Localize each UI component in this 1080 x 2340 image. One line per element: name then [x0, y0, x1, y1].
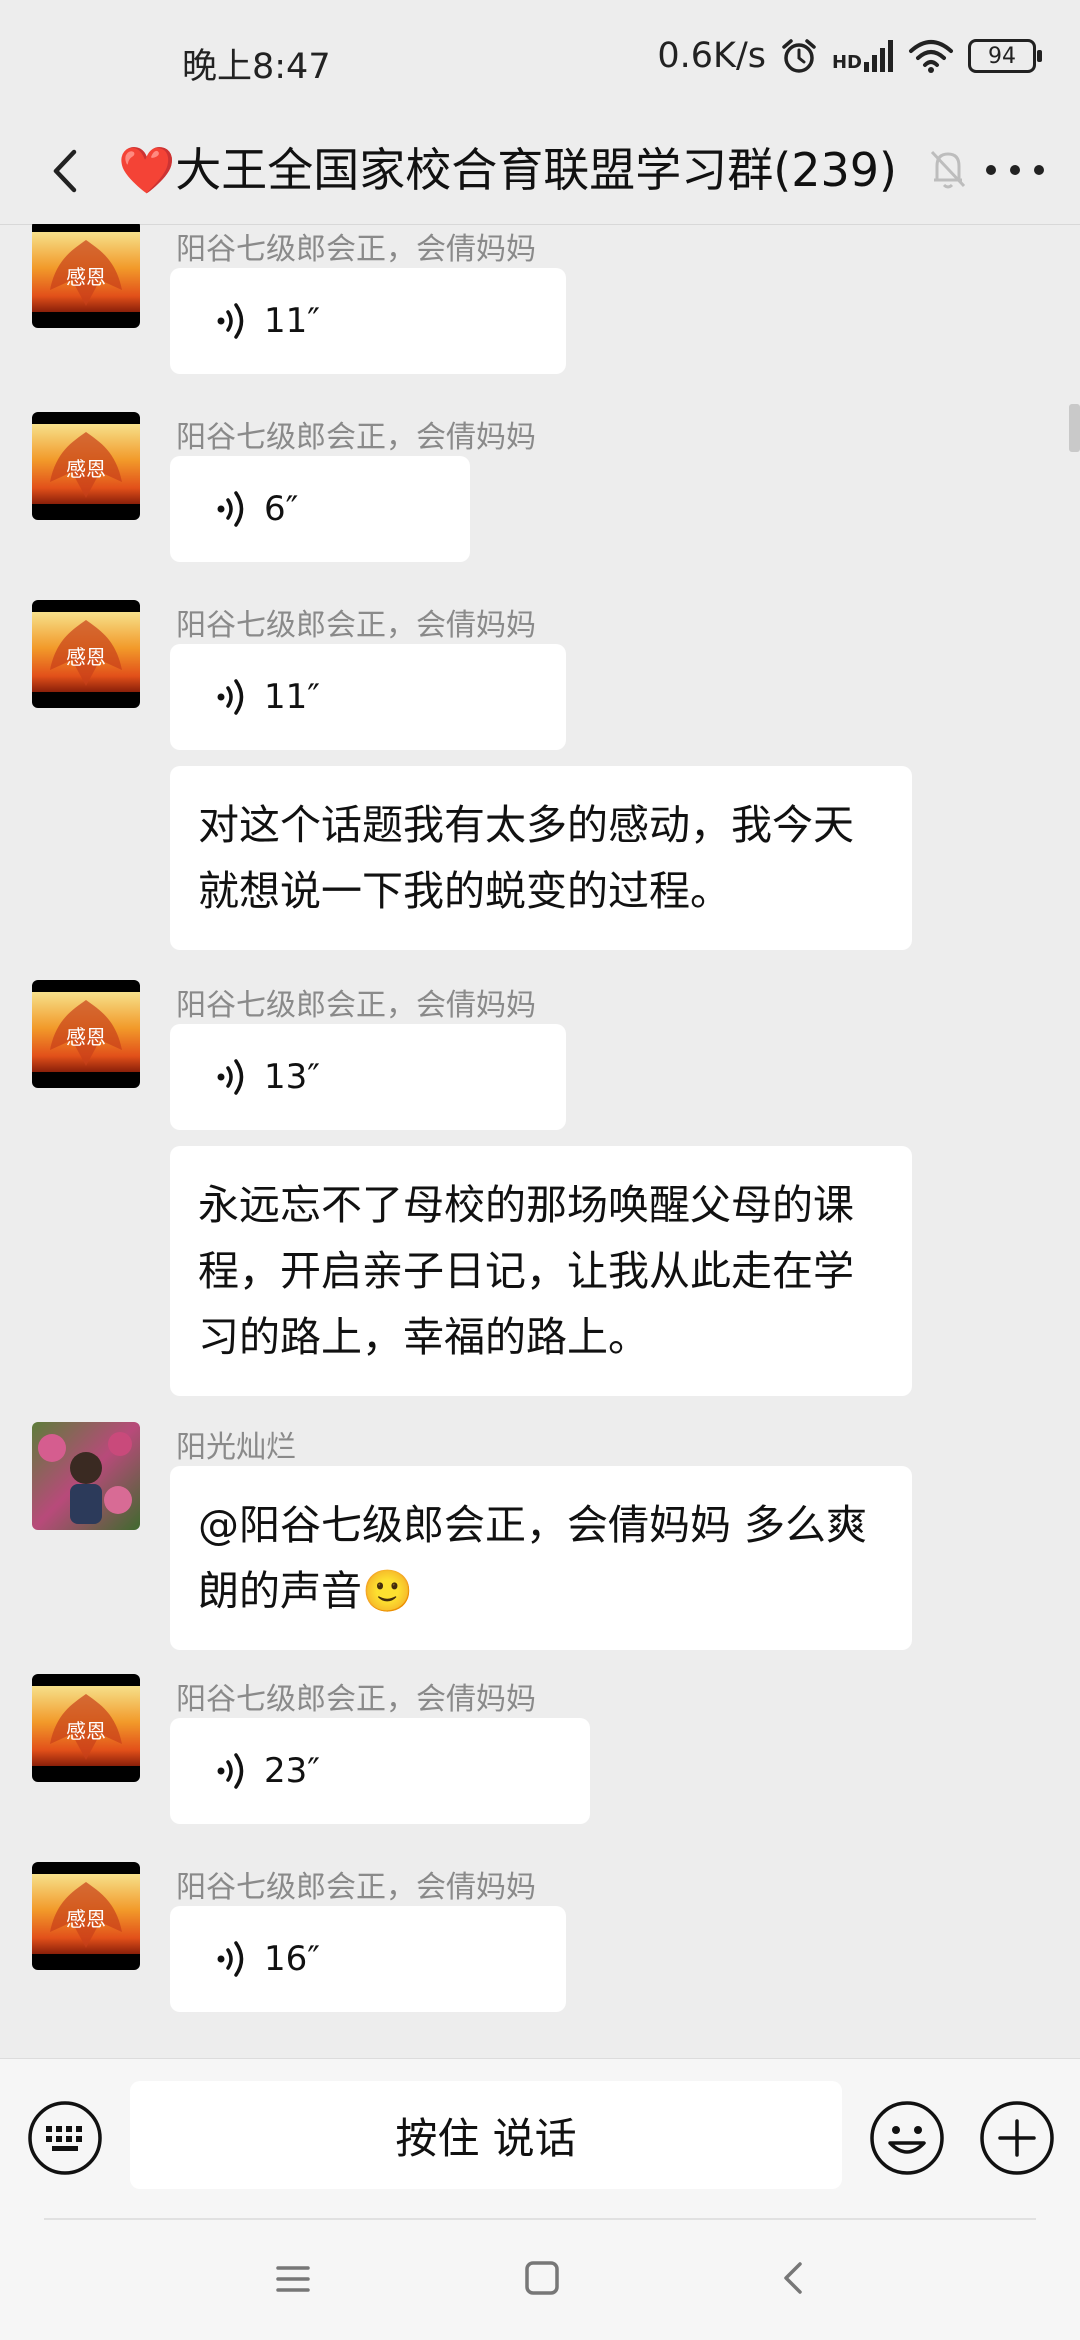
avatar[interactable]: [32, 600, 140, 708]
chat-title: ❤️大王全国家校合育联盟学习群(239): [118, 134, 897, 200]
avatar[interactable]: [32, 1862, 140, 1970]
voice-bubble[interactable]: 6″: [170, 456, 470, 562]
voice-duration: 6″: [264, 489, 299, 529]
sender-name: 阳光灿烂: [176, 1430, 296, 1465]
text-bubble[interactable]: @阳谷七级郎会正，会倩妈妈 多么爽朗的声音🙂: [170, 1466, 912, 1650]
sender-name: 阳谷七级郎会正，会倩妈妈: [176, 988, 536, 1023]
avatar[interactable]: [32, 224, 140, 328]
mute-bell-icon: [930, 150, 966, 189]
heart-icon: ❤️: [118, 143, 176, 197]
hold-to-talk-button[interactable]: 按住 说话: [130, 2081, 842, 2189]
voice-icon: [216, 677, 250, 717]
voice-icon: [216, 301, 250, 341]
voice-bubble[interactable]: 23″: [170, 1718, 590, 1824]
home-square-icon[interactable]: [520, 2256, 564, 2300]
message-list[interactable]: 阳谷七级郎会正，会倩妈妈 11″ 阳谷七级郎会正，会倩妈妈 6″ 阳谷七级郎会正…: [0, 224, 1080, 2058]
voice-bubble[interactable]: 13″: [170, 1024, 566, 1130]
avatar[interactable]: [32, 980, 140, 1088]
battery-level: 94: [988, 43, 1016, 69]
sender-name: 阳谷七级郎会正，会倩妈妈: [176, 608, 536, 643]
keyboard-toggle-button[interactable]: [26, 2099, 104, 2177]
nav-back-icon[interactable]: [772, 2256, 816, 2300]
voice-bubble[interactable]: 16″: [170, 1906, 566, 2012]
voice-icon: [216, 1939, 250, 1979]
voice-icon: [216, 1751, 250, 1791]
network-speed: 0.6K/s: [657, 36, 766, 76]
voice-duration: 23″: [264, 1751, 320, 1791]
alarm-icon: [782, 39, 816, 73]
hd-badge: HD: [831, 52, 862, 73]
avatar[interactable]: [32, 412, 140, 520]
input-bar: 按住 说话: [0, 2058, 1080, 2219]
voice-bubble[interactable]: 11″: [170, 644, 566, 750]
voice-icon: [216, 1057, 250, 1097]
more-functions-button[interactable]: [978, 2099, 1056, 2177]
chat-header: ❤️大王全国家校合育联盟学习群(239): [0, 120, 1080, 225]
status-bar: 晚上8:47 0.6K/s HD 94: [0, 0, 1080, 120]
more-options-button[interactable]: [975, 140, 1055, 200]
avatar[interactable]: [32, 1674, 140, 1782]
sender-name: 阳谷七级郎会正，会倩妈妈: [176, 1870, 536, 1905]
voice-duration: 11″: [264, 677, 320, 717]
sender-name: 阳谷七级郎会正，会倩妈妈: [176, 232, 536, 267]
status-time: 晚上8:47: [182, 47, 331, 87]
group-name: 大王全国家校合育联盟学习群(239): [175, 143, 897, 197]
system-nav-bar: [0, 2218, 1080, 2340]
emoji-button[interactable]: [868, 2099, 946, 2177]
recents-menu-icon[interactable]: [272, 2258, 314, 2300]
status-indicators: 0.6K/s HD 94: [657, 36, 1042, 76]
voice-duration: 16″: [264, 1939, 320, 1979]
back-button[interactable]: [30, 136, 100, 206]
battery-icon: 94: [968, 39, 1042, 73]
divider: [44, 2218, 1036, 2220]
voice-bubble[interactable]: 11″: [170, 268, 566, 374]
scrollbar-thumb[interactable]: [1069, 404, 1080, 452]
sender-name: 阳谷七级郎会正，会倩妈妈: [176, 1682, 536, 1717]
text-bubble[interactable]: 对这个话题我有太多的感动，我今天就想说一下我的蜕变的过程。: [170, 766, 912, 950]
text-bubble[interactable]: 永远忘不了母校的那场唤醒父母的课程，开启亲子日记，让我从此走在学习的路上，幸福的…: [170, 1146, 912, 1396]
voice-duration: 11″: [264, 301, 320, 341]
voice-icon: [216, 489, 250, 529]
sender-name: 阳谷七级郎会正，会倩妈妈: [176, 420, 536, 455]
avatar[interactable]: [32, 1422, 140, 1530]
wifi-icon: [909, 40, 953, 73]
signal-icon: HD: [832, 40, 894, 72]
voice-duration: 13″: [264, 1057, 320, 1097]
